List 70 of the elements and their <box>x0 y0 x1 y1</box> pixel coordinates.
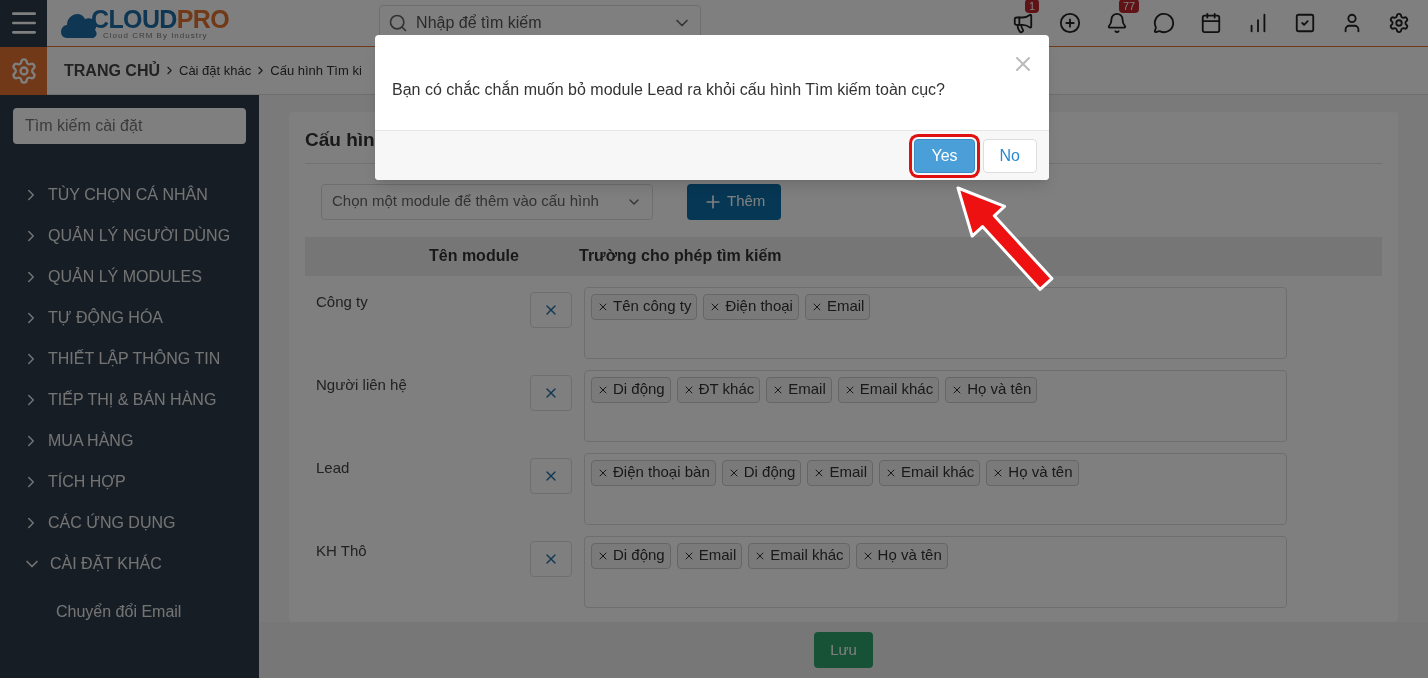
calendar-icon <box>1200 12 1222 34</box>
toolbar-button[interactable] <box>1152 11 1176 35</box>
add-icon <box>1059 12 1081 34</box>
card-title: Cấu hìn <box>305 129 375 150</box>
toolbar-button[interactable] <box>1199 11 1223 35</box>
save-button[interactable]: Lưu <box>814 632 873 668</box>
toolbar-button[interactable] <box>1011 11 1035 35</box>
sidebar-item[interactable]: TÍCH HỢP <box>0 461 259 502</box>
notification-badge: 1 <box>1025 0 1040 13</box>
breadcrumb-link[interactable]: Cấu hình Tìm ki <box>270 60 362 81</box>
module-name: Người liên hệ <box>316 374 408 395</box>
notification-badge: 77 <box>1119 0 1140 13</box>
field-tag[interactable]: Email khác <box>878 459 981 486</box>
toolbar-button[interactable] <box>1293 11 1317 35</box>
field-tag[interactable]: Di động <box>591 542 671 569</box>
sidebar-item[interactable]: MUA HÀNG <box>0 420 259 461</box>
search-input[interactable]: Nhập để tìm kiếm <box>416 11 665 35</box>
search-fields-input[interactable]: Di động ĐT khác Email Email khác Họ và tên <box>584 369 1287 442</box>
module-select[interactable]: Chọn một module để thêm vào cấu hình <box>321 183 653 220</box>
sidebar-item[interactable]: TỰ ĐỘNG HÓA <box>0 297 259 338</box>
field-tag[interactable]: Họ và tên <box>855 542 948 569</box>
field-tag[interactable]: Di động <box>721 459 802 486</box>
sidebar-item[interactable]: TIẾP THỊ & BÁN HÀNG <box>0 379 259 420</box>
sidebar-item[interactable]: QUẢN LÝ NGƯỜI DÙNG <box>0 215 259 256</box>
sidebar-item[interactable]: QUẢN LÝ MODULES <box>0 256 259 297</box>
field-tag[interactable]: Họ và tên <box>945 376 1038 403</box>
sidebar-item[interactable]: CÀI ĐẶT KHÁC <box>0 543 259 584</box>
bell-icon <box>1106 12 1128 34</box>
settings-icon <box>9 57 38 85</box>
search-fields-input[interactable]: Tên công ty Điện thoại Email <box>584 286 1287 359</box>
field-tag[interactable]: Email <box>804 293 871 320</box>
settings-search-field[interactable]: Tìm kiếm cài đặt <box>13 108 246 144</box>
logo-text: PRO <box>176 6 230 32</box>
sidebar-subitem[interactable]: Chuyển đổi Email <box>0 584 259 639</box>
column-header: Tên module <box>429 246 520 266</box>
search-icon <box>388 13 409 33</box>
menu-button[interactable] <box>0 0 47 47</box>
field-tag[interactable]: Email <box>807 459 873 486</box>
checkbox-icon <box>1294 12 1316 34</box>
toolbar-button[interactable] <box>1058 11 1082 35</box>
field-tag[interactable]: Email <box>676 542 743 569</box>
breadcrumb-link[interactable]: Cài đặt khác <box>179 60 252 81</box>
search-fields-input[interactable]: Điện thoại bàn Di động Email Email khác Họ và tên <box>584 452 1287 525</box>
field-tag[interactable]: Email khác <box>837 376 940 403</box>
module-name: Công ty <box>316 291 369 312</box>
field-tag[interactable]: Tên công ty <box>591 293 698 320</box>
field-tag[interactable]: Điện thoại <box>703 293 799 320</box>
settings-icon <box>1388 12 1410 34</box>
sidebar-item[interactable]: THIẾT LẬP THÔNG TIN <box>0 338 259 379</box>
field-tag[interactable]: ĐT khác <box>676 376 761 403</box>
breadcrumb-link[interactable]: TRANG CHỦ <box>64 58 160 83</box>
module-name: Lead <box>316 457 351 478</box>
field-tag[interactable]: Điện thoại bàn <box>591 459 716 486</box>
chat-icon <box>1153 12 1175 34</box>
column-header: Trường cho phép tìm kiếm <box>579 246 782 266</box>
field-tag[interactable]: Email khác <box>748 542 850 569</box>
search-fields-input[interactable]: Di động Email Email khác Họ và tên <box>584 535 1287 608</box>
toolbar-button[interactable] <box>1387 11 1411 35</box>
logo-text: CLOUD <box>91 6 177 32</box>
module-name: KH Thô <box>316 540 368 561</box>
megaphone-icon <box>1012 12 1034 34</box>
field-tag[interactable]: Họ và tên <box>986 459 1079 486</box>
dialog-message: Bạn có chắc chắn muốn bỏ module Lead ra khỏi cấu hình Tìm kiếm toàn cục? <box>392 81 945 98</box>
sidebar-item[interactable]: TÙY CHỌN CÁ NHÂN <box>0 174 259 215</box>
sidebar-item[interactable]: CÁC ỨNG DỤNG <box>0 502 259 543</box>
no-button[interactable]: No <box>982 138 1037 173</box>
add-button[interactable]: Thêm <box>687 183 782 220</box>
field-tag[interactable]: Email <box>766 376 832 403</box>
field-tag[interactable]: Di động <box>591 376 671 403</box>
toolbar-button[interactable] <box>1105 11 1129 35</box>
